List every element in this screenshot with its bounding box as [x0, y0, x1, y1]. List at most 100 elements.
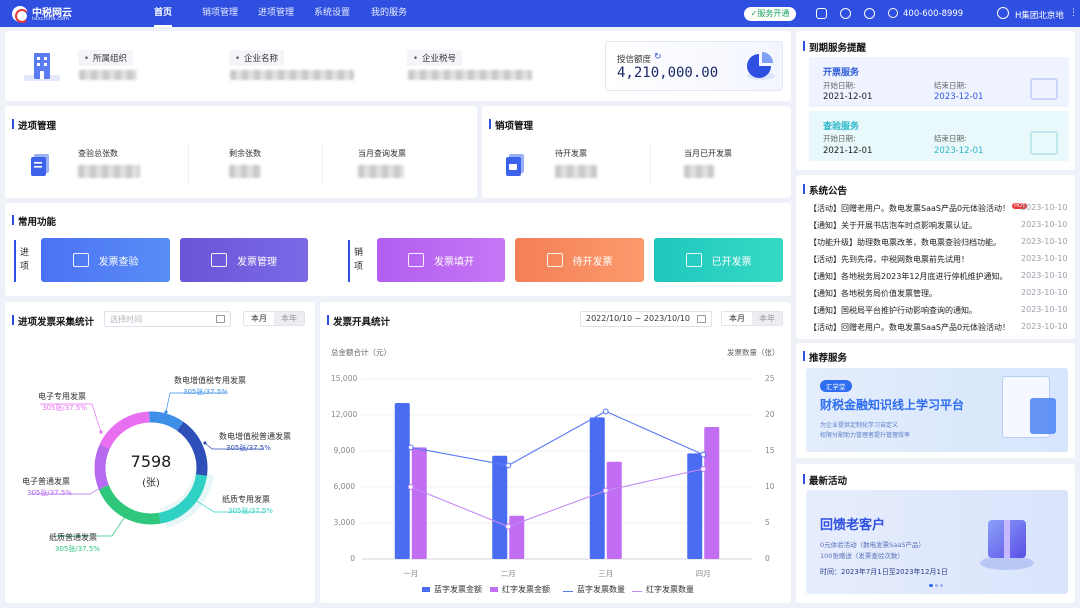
tax-id-label: 企业税号 — [407, 50, 463, 66]
remaining-label: 剩余张数 — [229, 149, 261, 158]
total-verified-redacted — [78, 165, 140, 178]
x-tick: 四月 — [695, 569, 711, 578]
this-year-tab[interactable]: 本年 — [274, 312, 304, 325]
this-year-tab[interactable]: 本年 — [752, 312, 782, 325]
monthly-query-label: 当月查询发票 — [358, 149, 406, 158]
invoice-manage-button[interactable]: 发票管理 — [180, 238, 308, 282]
group-marker — [348, 240, 350, 282]
clipboard-illustration-icon — [1030, 398, 1056, 434]
issued-invoice-icon — [685, 253, 702, 267]
announcement-item[interactable]: 【活动】回赠老用户。数电发票SaaS产品0元体验活动！ HOT — [809, 203, 1027, 214]
announcement-date: 2023-10-10 — [1021, 254, 1068, 263]
expiry-start-date: 2021-12-01 — [823, 92, 873, 102]
activity-time: 时间：2023年7月1日至2023年12月1日 — [820, 568, 948, 576]
date-picker-placeholder: 选择时间 — [110, 315, 142, 324]
this-month-tab[interactable]: 本月 — [722, 312, 752, 325]
recommend-banner[interactable]: 汇学堂 财税金融知识线上学习平台 为企业提供定制化学习自定义 权限分配助力管理者… — [806, 368, 1068, 452]
right-axis-label: 发票数量（张） — [727, 348, 780, 357]
expiry-end-label: 结束日期: — [934, 134, 967, 143]
x-tick: 一月 — [403, 569, 419, 578]
y-right-tick: 20 — [765, 410, 775, 419]
nav-output-management[interactable]: 销项管理 — [202, 0, 238, 27]
y-right-tick: 25 — [765, 374, 775, 383]
legend-red-count: 红字发票数量 — [632, 584, 694, 595]
common-functions-title: 常用功能 — [12, 214, 56, 228]
left-axis-label: 总金额合计（元） — [331, 348, 391, 357]
announcement-item[interactable]: 【活动】先到先得，中税网数电票前先试用！ — [809, 254, 969, 265]
refresh-icon[interactable]: ↻ — [654, 52, 662, 62]
nav-my-services[interactable]: 我的服务 — [371, 0, 407, 27]
carousel-dot[interactable] — [935, 584, 938, 587]
donut-label-name: 纸质专用发票 — [222, 495, 270, 504]
issued-invoice-button[interactable]: 已开发票 — [654, 238, 783, 282]
announcement-item[interactable]: 【功能升级】助理数电票改革，数电票查验归档功能。 — [809, 237, 1001, 248]
gift-box-illustration-icon — [974, 512, 1038, 576]
donut-label-sub: 305张/37.5% — [27, 489, 72, 497]
divider — [650, 144, 651, 184]
remaining-redacted — [229, 165, 261, 178]
announcement-date: 2023-10-10 — [1021, 305, 1068, 314]
recommend-line-1: 为企业提供定制化学习自定义 — [820, 422, 899, 429]
company-switcher[interactable]: H集团北京地 — [1015, 9, 1064, 21]
carousel-dot[interactable] — [940, 584, 943, 587]
company-name-label: 企业名称 — [229, 50, 285, 66]
building-icon — [24, 53, 60, 81]
expiry-end-date: 2023-12-01 — [934, 92, 984, 102]
compass-icon[interactable] — [840, 8, 851, 19]
legend-blue-amount: 蓝字发票金额 — [422, 584, 482, 595]
expiry-end-date: 2023-12-01 — [934, 146, 984, 156]
legend-swatch — [490, 587, 498, 592]
output-group-label: 销 项 — [354, 248, 364, 272]
date-picker[interactable]: 选择时间 — [104, 311, 231, 327]
monthly-query-redacted — [358, 165, 404, 178]
tax-id-redacted — [408, 70, 532, 80]
announcement-item[interactable]: 【通知】各地税务局2023年12月底进行停机维护通知。 — [809, 271, 1008, 282]
monthly-issued-redacted — [684, 165, 714, 178]
more-icon[interactable]: ⋮ — [1069, 8, 1078, 18]
pending-invoice-icon — [546, 253, 563, 267]
announcement-item[interactable]: 【活动】回赠老用户。数电发票SaaS产品0元体验活动！ — [809, 322, 1010, 333]
announcement-date: 2023-10-10 — [1021, 271, 1068, 280]
donut-label-name: 电子专用发票 — [38, 392, 86, 401]
y-left-tick: 0 — [350, 554, 355, 563]
activity-banner[interactable]: 回馈老客户 0元体验活动（数电发票SaaS产品） 100张赠送（发票查验次数） … — [806, 490, 1068, 594]
scan-icon[interactable] — [816, 8, 827, 19]
phone-icon[interactable] — [888, 8, 898, 18]
y-right-tick: 0 — [765, 554, 770, 563]
chat-icon[interactable] — [864, 8, 875, 19]
announcement-item[interactable]: 【通知】各地税务局价值发票管理。 — [809, 288, 937, 299]
edit-invoice-icon — [408, 253, 424, 267]
donut-label-name: 数电增值税专用发票 — [174, 376, 246, 385]
search-document-icon — [1030, 131, 1058, 155]
input-management-title: 进项管理 — [12, 118, 56, 132]
button-label: 发票填开 — [434, 256, 474, 268]
phone-number[interactable]: 400-600-8999 — [903, 9, 963, 19]
invoice-issue-stats-title: 发票开具统计 — [327, 314, 390, 328]
company-name-redacted — [230, 70, 354, 80]
y-left-tick: 6,000 — [333, 482, 355, 491]
this-month-tab[interactable]: 本月 — [244, 312, 274, 325]
announcement-item[interactable]: 【通知】关于开展书店泡车时点影响发票认证。 — [809, 220, 977, 231]
pending-invoice-button[interactable]: 待开发票 — [515, 238, 644, 282]
donut-label-sub: 305张/37.5% — [183, 388, 228, 396]
service-activated-badge[interactable]: ✓服务开通 — [744, 7, 796, 21]
activity-headline: 回馈老客户 — [820, 518, 886, 533]
nav-home[interactable]: 首页 — [154, 0, 173, 27]
period-toggle[interactable]: 本月 本年 — [243, 311, 305, 326]
user-avatar-icon[interactable] — [997, 7, 1009, 19]
carousel-dot-active[interactable] — [929, 584, 933, 587]
invoice-fill-button[interactable]: 发票填开 — [377, 238, 505, 282]
credit-limit-value: 4,210,000.00 — [617, 65, 719, 81]
pending-invoice-redacted — [555, 165, 597, 178]
period-toggle[interactable]: 本月 本年 — [721, 311, 783, 326]
nav-system-settings[interactable]: 系统设置 — [314, 0, 350, 27]
calendar-icon — [697, 315, 706, 323]
legend-label: 蓝字发票金额 — [434, 585, 482, 594]
invoice-verify-button[interactable]: 发票查验 — [41, 238, 170, 282]
announcement-item[interactable]: 【通知】国税局平台推护行动影响查询的通知。 — [809, 305, 977, 316]
legend-label: 红字发票数量 — [646, 585, 694, 594]
legend-label: 红字发票金额 — [502, 585, 550, 594]
date-range-picker[interactable]: 2022/10/10 ~ 2023/10/10 — [580, 311, 712, 327]
y-right-tick: 5 — [765, 518, 770, 527]
nav-input-management[interactable]: 进项管理 — [258, 0, 294, 27]
